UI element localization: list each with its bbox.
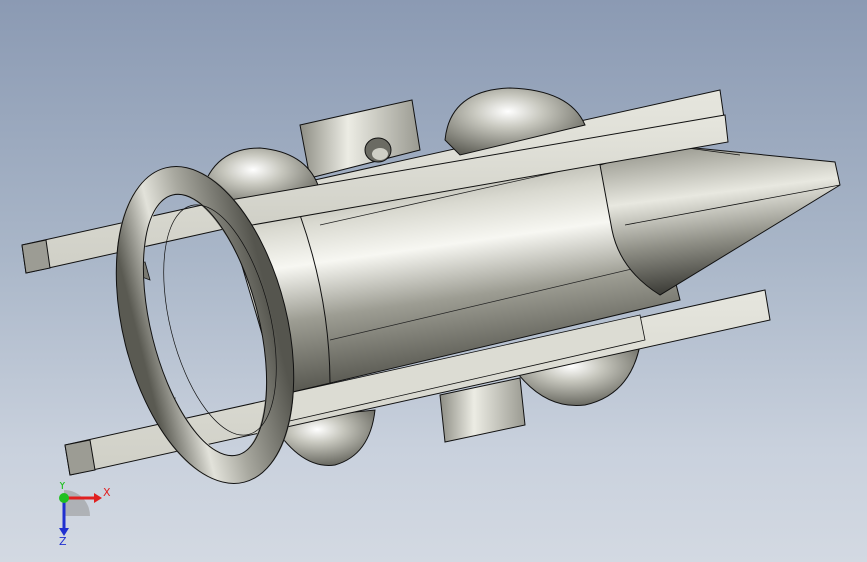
coordinate-triad: X Y Z [58, 482, 111, 546]
3d-viewport[interactable]: X Y Z [0, 0, 867, 562]
y-axis-label: Y [58, 482, 66, 492]
cone-nose [599, 144, 841, 296]
y-axis [59, 493, 69, 503]
cad-model[interactable] [0, 0, 867, 562]
z-axis-label: Z [59, 535, 67, 546]
x-axis-label: X [103, 486, 111, 499]
